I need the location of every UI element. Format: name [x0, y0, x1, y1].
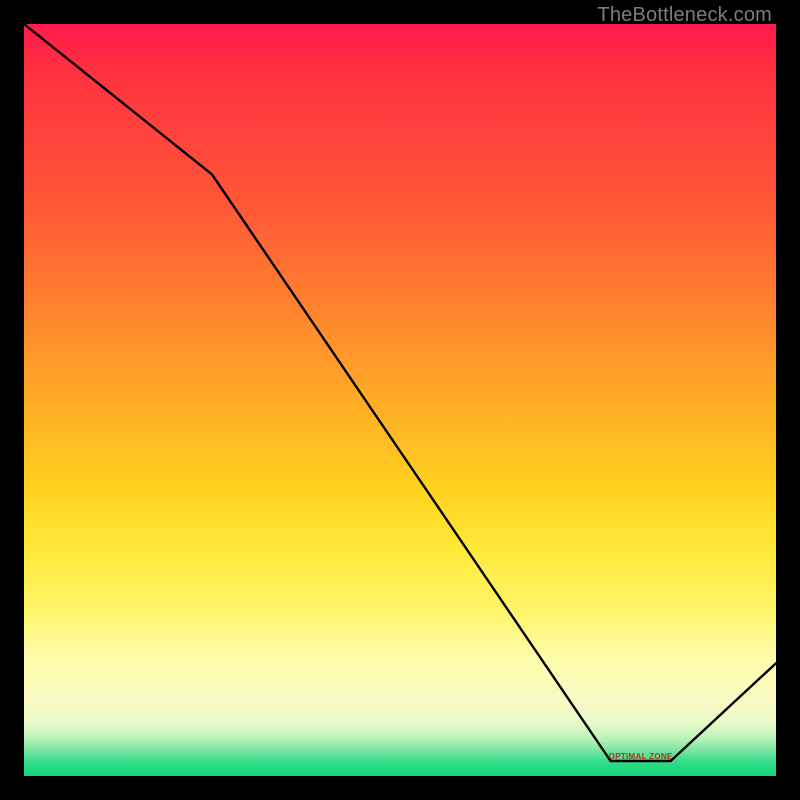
chart-frame: OPTIMAL ZONE TheBottleneck.com — [0, 0, 800, 800]
watermark-text: TheBottleneck.com — [597, 4, 772, 27]
plot-area: OPTIMAL ZONE — [24, 24, 776, 776]
bottleneck-curve — [24, 24, 776, 776]
optimal-zone-label: OPTIMAL ZONE — [609, 752, 673, 761]
